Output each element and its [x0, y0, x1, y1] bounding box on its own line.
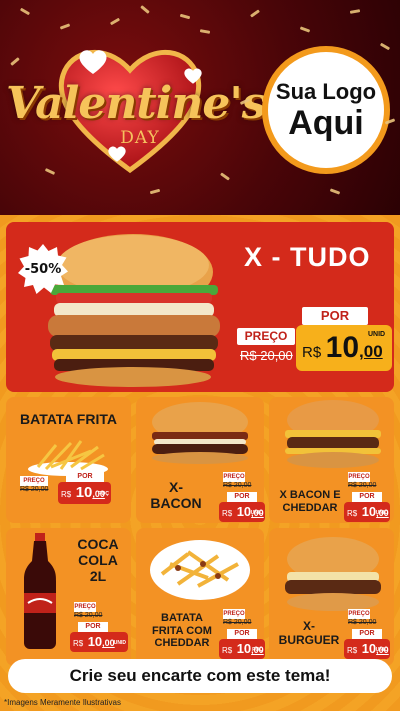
small-heart-icon — [79, 50, 107, 74]
confetti-decoration — [19, 7, 31, 16]
product-name: X- BURGUER — [278, 619, 340, 647]
por-label: POR — [78, 622, 108, 632]
confetti-decoration — [329, 188, 341, 195]
por-label: POR — [302, 307, 368, 325]
cta-banner[interactable]: Crie seu encarte com este tema! — [8, 659, 392, 693]
confetti-decoration — [59, 23, 71, 30]
confetti-decoration — [349, 9, 361, 14]
preco-label: PREÇO — [348, 472, 370, 482]
preco-label: PREÇO — [348, 609, 370, 619]
header-banner: Valentine's DAY Sua Logo Aqui — [0, 0, 400, 215]
new-price: R$ 10,00 UNID — [344, 502, 390, 522]
hero-new-price: R$ 10,00 UNID — [296, 325, 392, 371]
logo-placeholder[interactable]: Sua Logo Aqui — [262, 46, 390, 174]
confetti-decoration — [379, 42, 391, 51]
old-price: R$ 20,00 — [223, 619, 252, 626]
soda-bottle-icon — [24, 533, 56, 649]
logo-line-2: Aqui — [288, 104, 364, 142]
old-price: R$ 20,00 — [74, 612, 103, 619]
burger-image-icon — [285, 537, 381, 611]
confetti-decoration — [149, 188, 161, 195]
menu-area: -50% X - TUDO POR PREÇO R$ 20,00 R$ 10,0… — [0, 215, 400, 711]
confetti-decoration — [220, 172, 230, 181]
price-tag: PREÇO R$ 20,00 POR R$ 10,00 UNID — [344, 607, 390, 659]
preco-label: PREÇO — [223, 472, 245, 482]
confetti-decoration — [109, 17, 121, 26]
old-price: R$ 20,00 — [348, 482, 377, 489]
price-tag: PREÇO R$ 20,00 POR R$ 10,00 UNID — [70, 600, 128, 652]
preco-label: PREÇO — [223, 609, 245, 619]
por-label: POR — [227, 492, 257, 502]
por-label: POR — [66, 472, 104, 482]
new-price: R$ 10,00 UNID — [70, 632, 128, 652]
burger-image-icon — [48, 234, 220, 387]
new-price: R$ 10,00 UNID — [219, 502, 265, 522]
new-price: R$ 10,00 UNID — [344, 639, 390, 659]
confetti-decoration — [250, 9, 260, 18]
hero-card[interactable]: -50% X - TUDO POR PREÇO R$ 20,00 R$ 10,0… — [6, 222, 394, 392]
valentines-title: Valentine's — [6, 78, 267, 129]
hero-product-name: X - TUDO — [244, 242, 371, 272]
por-label: POR — [227, 629, 257, 639]
confetti-decoration — [199, 29, 211, 34]
new-price: R$ 10,00 POÇ — [219, 639, 265, 659]
product-name: X BACON E CHEDDAR — [279, 489, 341, 514]
por-label: POR — [352, 629, 382, 639]
new-price: R$ 10,00 POÇ — [58, 482, 111, 504]
confetti-decoration — [10, 57, 20, 66]
logo-line-1: Sua Logo — [275, 79, 377, 104]
product-name: BATATA FRITA COM CHEDDAR — [152, 612, 212, 650]
price-tag: PREÇO R$ 20,00 POR R$ 10,00 UNID — [219, 470, 265, 522]
old-price: R$ 20,00 — [223, 482, 252, 489]
confetti-decoration — [140, 5, 150, 14]
product-name: BATATA FRITA — [20, 411, 117, 427]
confetti-decoration — [299, 26, 311, 33]
price-tag: PREÇO R$ 20,00 POR R$ 10,00 POÇ — [219, 607, 265, 659]
product-name: X- BACON — [150, 479, 202, 512]
fries-cheddar-image-icon — [150, 540, 250, 600]
confetti-decoration — [179, 13, 191, 20]
price-tag: PREÇO R$ 20,00 POR R$ 10,00 POÇ — [10, 470, 111, 522]
disclaimer-text: *Imagens Meramente Ilustrativas — [4, 698, 121, 707]
preco-label: PREÇO — [74, 602, 96, 612]
por-label: POR — [352, 492, 382, 502]
preco-label: PREÇO — [20, 476, 48, 486]
old-price: R$ 20,00 — [20, 486, 49, 493]
confetti-decoration — [44, 168, 56, 175]
product-name: COCA COLA 2L — [77, 536, 119, 585]
burger-image-icon — [285, 400, 381, 468]
valentines-day-subtitle: DAY — [120, 128, 160, 148]
old-price: R$ 20,00 — [348, 619, 377, 626]
burger-image-icon — [152, 402, 248, 464]
preco-label: PREÇO — [237, 328, 295, 345]
old-price: R$ 20,00 — [240, 348, 293, 363]
price-tag: PREÇO R$ 20,00 POR R$ 10,00 UNID — [344, 470, 390, 522]
